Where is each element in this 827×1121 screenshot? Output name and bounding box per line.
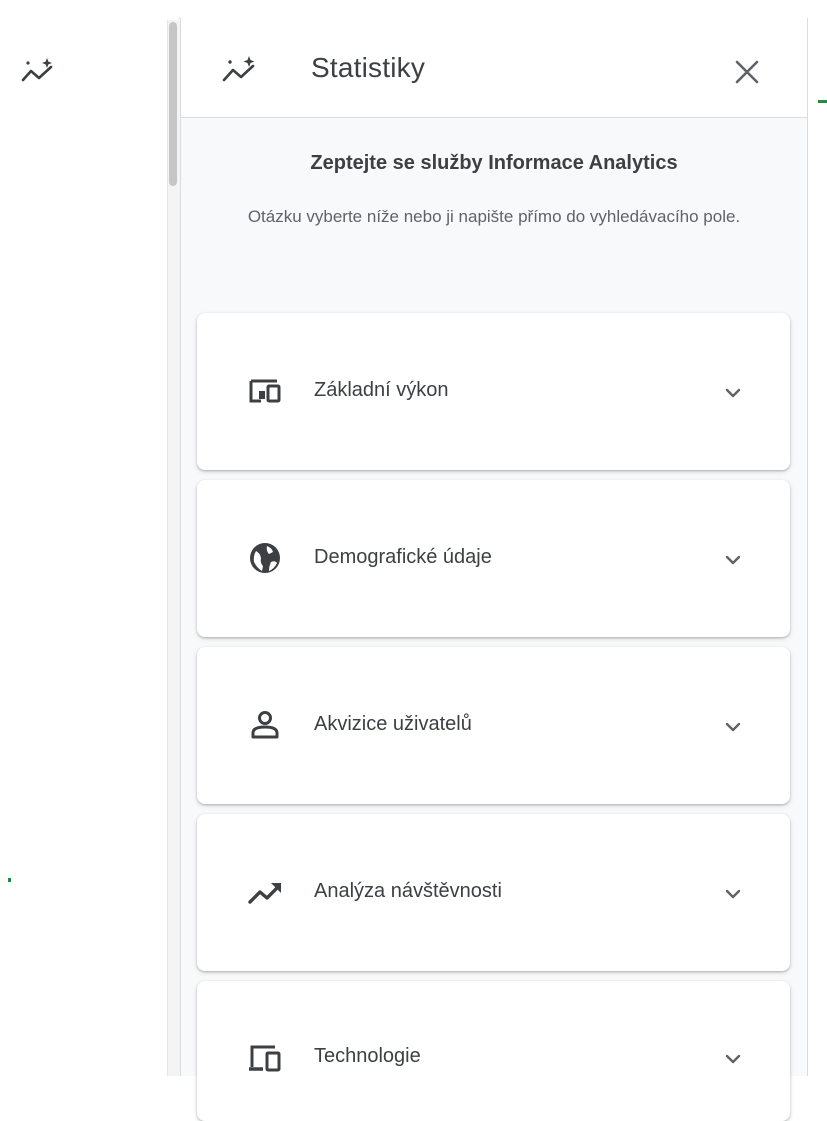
section-card-user-acquisition[interactable]: Akvizice uživatelů [197,647,790,804]
close-icon[interactable] [729,54,765,90]
scrollbar-thumb[interactable] [169,22,177,186]
person-icon [247,707,283,743]
insights-sparkle-icon[interactable] [20,56,56,86]
section-label: Demografické údaje [314,546,492,568]
devices-icon [247,1039,283,1075]
panel-header: Statistiky [181,18,807,118]
section-label: Základní výkon [314,379,449,401]
insights-sparkle-icon [221,54,259,86]
green-marker [8,878,11,882]
panel-title: Statistiky [311,52,426,83]
chevron-down-icon[interactable] [721,381,745,405]
performance-devices-icon [247,373,283,409]
globe-icon [247,540,283,576]
green-marker [818,100,827,103]
section-card-demographics[interactable]: Demografické údaje [197,480,790,637]
chevron-down-icon[interactable] [721,882,745,906]
chevron-down-icon[interactable] [721,715,745,739]
section-label: Akvizice uživatelů [314,713,472,735]
ask-heading: Zeptejte se služby Informace Analytics [310,152,678,174]
left-rail [0,0,178,1076]
section-label: Analýza návštěvnosti [314,880,502,902]
chevron-down-icon[interactable] [721,1047,745,1071]
section-card-basic-performance[interactable]: Základní výkon [197,313,790,470]
section-card-traffic-analysis[interactable]: Analýza návštěvnosti [197,814,790,971]
chevron-down-icon[interactable] [721,548,745,572]
section-label: Technologie [314,1045,421,1067]
section-card-technology[interactable]: Technologie [197,981,790,1121]
ask-subtitle: Otázku vyberte níže nebo ji napište přím… [247,207,741,226]
insights-panel: Statistiky Zeptejte se služby Informace … [180,18,808,1121]
trending-up-icon [247,874,283,910]
